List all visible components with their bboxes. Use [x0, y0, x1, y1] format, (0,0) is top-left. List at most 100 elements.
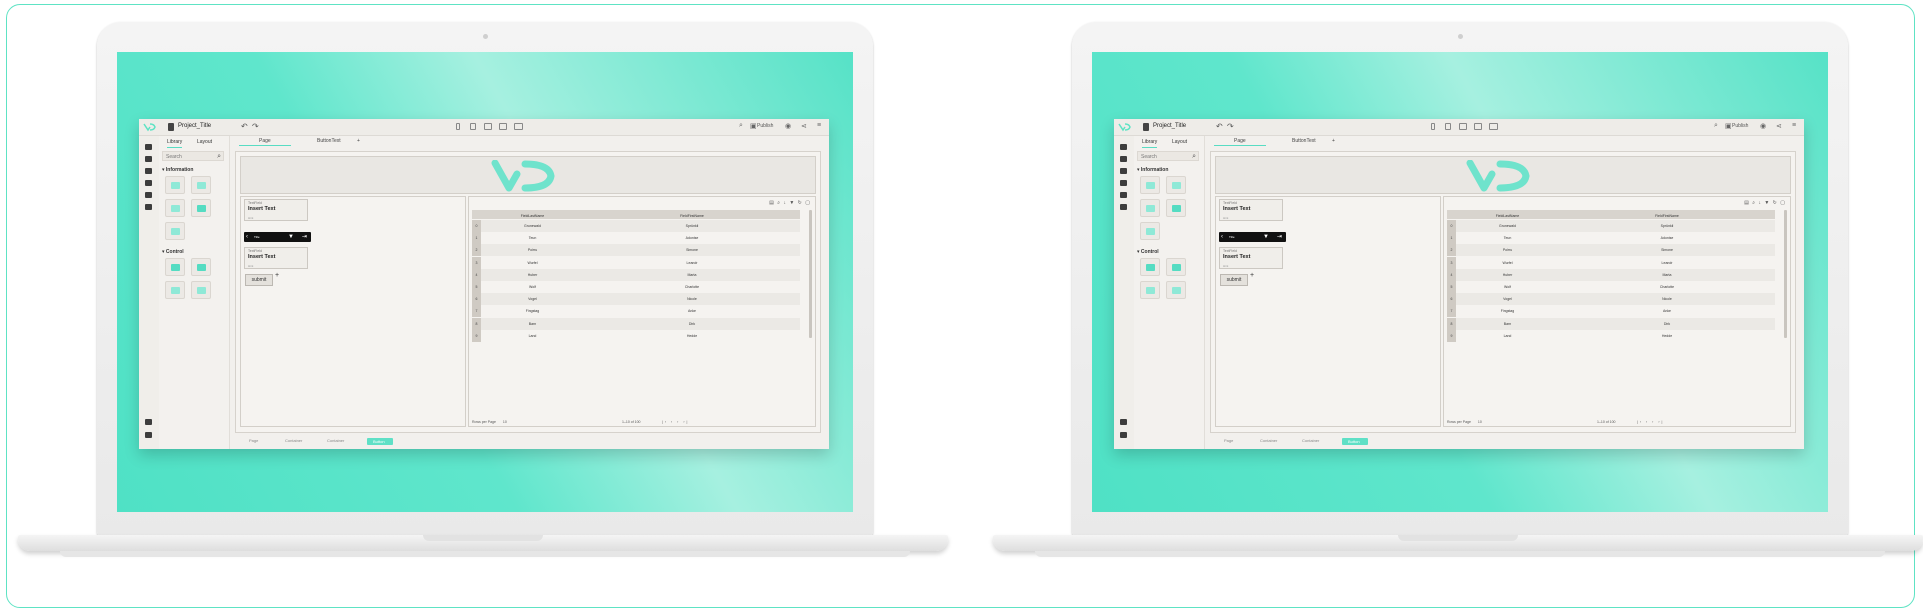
table-row[interactable]: 7 Fingstag Anke — [472, 305, 800, 318]
table-row[interactable]: 4 Huber Marta — [472, 268, 800, 281]
fullscreen-icon[interactable]: ▢ — [1780, 200, 1786, 206]
rail-account-icon[interactable] — [145, 432, 152, 438]
crumb-container-1[interactable]: Container — [1260, 438, 1277, 443]
project-title[interactable]: Project_Title — [178, 123, 211, 129]
publish-icon[interactable]: ▣ — [750, 122, 757, 130]
add-tab-button[interactable]: + — [1332, 138, 1335, 144]
wide-screen-icon[interactable] — [1489, 123, 1498, 130]
tab-page[interactable]: Page — [1214, 138, 1266, 146]
rail-video-icon[interactable] — [145, 419, 152, 425]
tablet-icon[interactable] — [1445, 123, 1451, 130]
undo-icon[interactable]: ↶ — [1216, 122, 1223, 132]
table-scrollbar[interactable] — [809, 210, 812, 338]
text-component-tile[interactable] — [1140, 176, 1160, 194]
button-component-tile[interactable] — [1140, 258, 1160, 276]
input-component-tile[interactable] — [165, 281, 185, 299]
table-row[interactable]: 3 Wurfel Leandr — [1447, 256, 1775, 269]
preview-eye-icon[interactable]: ◉ — [1760, 122, 1766, 130]
share-icon[interactable]: ⋖ — [801, 122, 807, 130]
rail-cloud-icon[interactable] — [1120, 204, 1127, 210]
filter-icon[interactable]: ▼ — [1764, 200, 1770, 206]
table-row[interactable]: 9 Land Hedde — [1447, 329, 1775, 342]
rail-components-icon[interactable] — [145, 156, 152, 162]
tab-page[interactable]: Page — [239, 138, 291, 146]
rows-per-page-select[interactable]: 10 — [1478, 420, 1482, 424]
table-row[interactable]: 2 Poirru Simone — [1447, 244, 1775, 257]
fullscreen-icon[interactable]: ▢ — [805, 200, 811, 206]
crumb-button[interactable]: Button — [367, 438, 393, 445]
table-component-tile[interactable] — [1140, 222, 1160, 240]
back-icon[interactable]: ‹ — [1221, 232, 1223, 242]
phone-icon[interactable] — [456, 123, 460, 130]
form-container[interactable]: TextField Insert Text Hint ‹ Title ▼ ⇥ T… — [240, 196, 466, 427]
desktop-icon[interactable] — [499, 123, 507, 130]
checkbox-component-tile[interactable] — [191, 258, 211, 276]
redo-icon[interactable]: ↷ — [1227, 122, 1234, 132]
radio-component-tile[interactable] — [1166, 281, 1186, 299]
rail-video-icon[interactable] — [1120, 419, 1127, 425]
crumb-container-2[interactable]: Container — [327, 438, 344, 443]
table-row[interactable]: 6 Vogel Nicole — [1447, 293, 1775, 306]
rows-per-page-select[interactable]: 10 — [503, 420, 507, 424]
tag-component-tile[interactable] — [191, 199, 211, 217]
tag-component-tile[interactable] — [1166, 199, 1186, 217]
search-icon[interactable]: ⌕ — [1714, 122, 1718, 130]
rail-pages-icon[interactable] — [1120, 144, 1127, 150]
image-component-tile[interactable] — [1166, 176, 1186, 194]
publish-icon[interactable]: ▣ — [1725, 122, 1732, 130]
section-control[interactable]: ▾ Control — [162, 249, 184, 255]
tablet-landscape-icon[interactable] — [484, 123, 492, 130]
crumb-container-2[interactable]: Container — [1302, 438, 1319, 443]
tab-buttontext[interactable]: ButtonText — [317, 138, 341, 144]
project-title[interactable]: Project_Title — [1153, 123, 1186, 129]
table-row[interactable]: 3 Wurfel Leandr — [472, 256, 800, 269]
table-row[interactable]: 1 Teun Adonise — [1447, 232, 1775, 245]
image-component-tile[interactable] — [191, 176, 211, 194]
table-row[interactable]: 6 Vogel Nicole — [472, 293, 800, 306]
table-row[interactable]: 2 Poirru Simone — [472, 244, 800, 257]
section-information[interactable]: ▾ Information — [162, 167, 193, 173]
tab-library[interactable]: Library — [1142, 139, 1158, 148]
tablet-landscape-icon[interactable] — [1459, 123, 1467, 130]
table-row[interactable]: 4 Huber Marta — [1447, 268, 1775, 281]
crumb-page[interactable]: Page — [249, 438, 258, 443]
design-canvas[interactable]: TextField Insert Text Hint ‹ Title ▼ ⇥ T… — [1210, 151, 1796, 433]
tab-layout[interactable]: Layout — [1172, 139, 1187, 145]
publish-button[interactable]: Publish — [757, 123, 773, 129]
add-element-icon[interactable]: + — [275, 272, 279, 279]
submit-button[interactable]: submit — [245, 274, 273, 286]
text-field-2[interactable]: TextField Insert Text Hint — [1219, 247, 1283, 269]
checkbox-component-tile[interactable] — [1166, 258, 1186, 276]
table-row[interactable]: 1 Teun Adonise — [472, 232, 800, 245]
table-row[interactable]: 5 Wolf Charlotte — [472, 281, 800, 293]
tab-layout[interactable]: Layout — [197, 139, 212, 145]
text-field-1[interactable]: TextField Insert Text Hint — [244, 199, 308, 221]
download-icon[interactable]: ↓ — [783, 200, 787, 206]
rail-theme-icon[interactable] — [145, 168, 152, 174]
add-tab-button[interactable]: + — [357, 138, 360, 144]
header-container[interactable] — [1215, 156, 1791, 194]
refresh-icon[interactable]: ↻ — [798, 200, 803, 206]
tablet-icon[interactable] — [470, 123, 476, 130]
rail-theme-icon[interactable] — [1120, 168, 1127, 174]
refresh-icon[interactable]: ↻ — [1773, 200, 1778, 206]
add-element-icon[interactable]: + — [1250, 272, 1254, 279]
search-icon[interactable]: ⌕ — [1752, 200, 1756, 206]
table-row[interactable]: 8 Barn Dirk — [472, 317, 800, 330]
menu-icon[interactable]: ≡ — [1792, 122, 1796, 129]
button-component-tile[interactable] — [165, 258, 185, 276]
radio-component-tile[interactable] — [191, 281, 211, 299]
rail-account-icon[interactable] — [1120, 432, 1127, 438]
pagination-controls[interactable]: |‹ ‹ › ›| — [1637, 420, 1664, 424]
folder-icon[interactable]: ▤ — [1744, 200, 1750, 206]
undo-icon[interactable]: ↶ — [241, 122, 248, 132]
menu-icon[interactable]: ≡ — [817, 122, 821, 129]
header-container[interactable] — [240, 156, 816, 194]
rail-pages-icon[interactable] — [145, 144, 152, 150]
rail-database-icon[interactable] — [1120, 180, 1127, 186]
phone-icon[interactable] — [1431, 123, 1435, 130]
rail-cloud-icon[interactable] — [145, 204, 152, 210]
table-component-tile[interactable] — [165, 222, 185, 240]
tab-buttontext[interactable]: ButtonText — [1292, 138, 1316, 144]
search-icon[interactable]: ⌕ — [739, 122, 743, 130]
